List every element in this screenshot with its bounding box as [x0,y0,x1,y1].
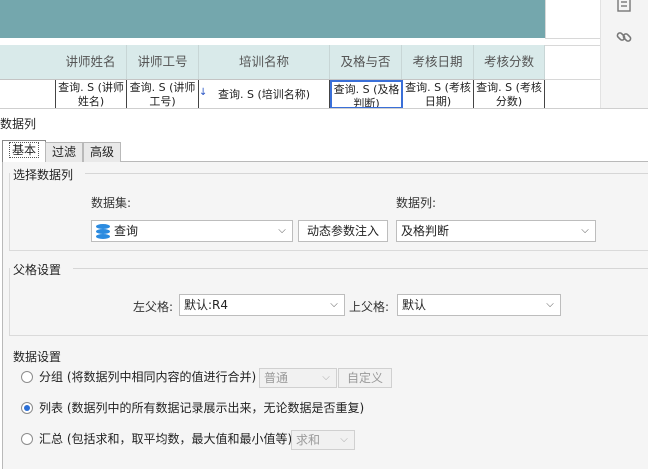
empty-cell-area [545,0,600,38]
cell-text: 查询. S (讲师 [129,81,196,94]
top-parent-select[interactable]: 默认 ⌵ [397,294,561,316]
header-cell[interactable]: 考核日期 [402,45,474,79]
summary-option-label: 汇总 (包括求和，取平均数，最大值和最小值等) [39,432,293,446]
expand-down-arrow-icon: ↓ [199,87,208,98]
tab-label: 基本 [9,142,40,158]
basic-tab-pane: 选择数据列 数据集: 查询 ⌵ 动态参数注入 数据列: 及格判断 ⌵ 父格设置 … [2,162,648,469]
group-mode-value: 普通 [264,371,289,385]
cell-text: 查询. S (考核 [405,81,471,94]
left-parent-label: 左父格: [133,300,174,314]
selected-data-cell[interactable]: 查询. S (及格 判断) [330,80,403,108]
dialog-title: 数据列 [0,117,37,131]
grid-line [545,38,600,39]
form-icon[interactable] [613,0,635,16]
dynamic-param-button[interactable]: 动态参数注入 [298,220,388,242]
column-label: 数据列: [396,196,437,210]
top-parent-value: 默认 [402,298,427,312]
data-column-dialog: 数据列 基本 过滤 高级 选择数据列 数据集: 查询 ⌵ 动态参数注入 数据列:… [0,108,648,469]
cell-text: 查询. S (培训名称) [217,88,311,101]
list-option-label: 列表 (数据列中的所有数据记录展示出来，无论数据是否重复) [39,401,365,415]
chevron-down-icon[interactable]: ⌵ [577,221,593,241]
data-cell[interactable]: 查询. S (培训名称) [199,80,330,108]
dataset-label: 数据集: [91,196,132,210]
chevron-down-icon[interactable]: ⌵ [274,221,290,241]
dataset-select[interactable]: 查询 ⌵ [91,220,293,242]
cell-text: 工号) [149,95,176,108]
custom-button: 自定义 [338,368,392,388]
summary-mode-select: 求和 ⌵ [291,430,355,450]
link-icon[interactable] [613,28,635,48]
left-parent-value: 默认:R4 [184,298,229,312]
grid-line [545,79,600,80]
data-cell[interactable]: 查询. S (考核 分数) [474,80,545,108]
header-cell[interactable]: 及格与否 [330,45,402,79]
data-cell[interactable]: 查询. S (讲师 姓名) [55,80,127,108]
data-settings-section-label: 数据设置 [13,348,65,365]
tab-basic[interactable]: 基本 [2,140,47,163]
chevron-down-icon: ⌵ [340,434,348,445]
group-mode-select: 普通 ⌵ [259,368,337,388]
database-icon [96,224,110,239]
tab-advanced[interactable]: 高级 [83,142,122,162]
header-cell[interactable]: 考核分数 [474,45,545,79]
chevron-down-icon[interactable]: ⌵ [326,295,342,315]
top-parent-label: 上父格: [349,300,390,314]
data-cell[interactable]: 查询. S (考核 日期) [403,80,474,108]
spreadsheet-area: 讲师姓名 讲师工号 培训名称 及格与否 考核日期 考核分数 查询. S (讲师 … [0,0,600,108]
data-row: 查询. S (讲师 姓名) 查询. S (讲师 工号) 查询. S (培训名称)… [0,79,545,108]
header-row: 讲师姓名 讲师工号 培训名称 及格与否 考核日期 考核分数 [0,45,545,79]
cell-text: 姓名) [77,95,105,108]
column-select[interactable]: 及格判断 ⌵ [396,220,596,242]
group-option-label: 分组 (将数据列中相同内容的值进行合并) [39,370,257,384]
header-cell[interactable]: 讲师姓名 [55,45,127,79]
summary-option[interactable]: 汇总 (包括求和，取平均数，最大值和最小值等) [21,430,301,448]
dataset-value: 查询 [114,224,139,238]
summary-radio[interactable] [21,433,33,445]
column-value: 及格判断 [401,224,450,238]
cell-text: 判断) [353,97,380,108]
summary-mode-value: 求和 [296,433,321,447]
list-option[interactable]: 列表 (数据列中的所有数据记录展示出来，无论数据是否重复) [21,399,481,417]
cell-text: 日期) [424,95,452,108]
title-band [0,0,545,38]
header-cell[interactable]: 培训名称 [199,45,330,79]
chevron-down-icon[interactable]: ⌵ [542,295,558,315]
cell-text: 分数) [495,95,523,108]
data-cell[interactable]: 查询. S (讲师 工号) [127,80,199,108]
cell-text: 查询. S (讲师 [58,81,124,94]
header-cell[interactable]: 讲师工号 [127,45,199,79]
tab-bar: 基本 过滤 高级 [2,140,648,163]
cell-text: 查询. S (考核 [476,81,542,94]
list-radio[interactable] [21,402,33,414]
left-parent-select[interactable]: 默认:R4 ⌵ [179,294,345,316]
cell-text: 查询. S (及格 [333,83,400,96]
right-side-panel [600,0,648,108]
group-radio[interactable] [21,371,33,383]
chevron-down-icon: ⌵ [322,372,330,383]
grid-line [545,45,600,46]
tab-filter[interactable]: 过滤 [45,142,84,162]
